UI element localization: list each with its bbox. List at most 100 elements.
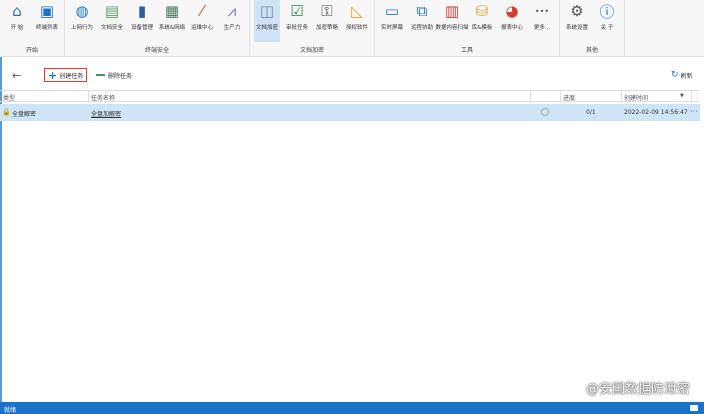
ribbon-button-label: 数据内容扫描 [435,25,469,31]
ribbon-group-label: 其他 [585,47,598,54]
back-arrow-icon[interactable]: ← [12,68,21,82]
ribbon-group-label: 文档加密 [299,47,324,54]
status-circle-icon [541,108,549,116]
ribbon-group: ⚙ 系统设置 ⓘ 关 于其他 [560,0,625,57]
ribbon-button-label: 更多... [533,25,551,31]
col-created[interactable]: 创建时间 [624,93,648,102]
globe-search-icon: ◍ [75,2,89,20]
usb-icon: ▮ [137,2,147,20]
grid-header: 类型 任务名称 进度 创建时间 ▼ [0,90,700,103]
ribbon-button-label: 授权软件 [345,25,368,31]
wand-icon: ⁄ [200,2,204,20]
ribbon-button[interactable]: ⚿ 加密策略 [314,0,340,42]
row-created: 2022-02-09 14:56:47 [624,109,688,116]
ribbon-button-label: 系统&网络 [158,25,186,31]
ribbon-button[interactable]: ▤ 文档安全 [99,0,125,42]
ribbon-button[interactable]: ▥ 数据内容扫描 [436,0,469,42]
ribbon-button[interactable]: ▮ 设备管理 [129,0,155,42]
toolbar: ← + 创建任务 删除任务 ↻ 刷新 [0,64,704,86]
ribbon-group-label: 终端安全 [144,47,169,54]
document-shield-icon: ▤ [104,2,120,20]
ribbon-button[interactable]: ▦ 系统&网络 [159,0,185,42]
ribbon-button-label: 文档安全 [100,25,123,31]
delete-task-button[interactable]: 删除任务 [96,68,132,82]
ribbon-button-label: 设备管理 [130,25,153,31]
refresh-icon: ↻ [671,70,679,80]
ribbon-button[interactable]: ⧉ 远程协助 [409,0,435,42]
refresh-button[interactable]: ↻ 刷新 [671,68,693,82]
scan-doc-icon: ▥ [444,2,460,20]
ribbon-button[interactable]: ▣ 终端列表 [34,0,60,42]
col-type[interactable]: 类型 [3,93,15,102]
ribbon-button-label: 运维中心 [190,25,213,31]
message-icon[interactable] [690,405,698,411]
gear-icon: ⚙ [570,2,584,20]
create-task-label: 创建任务 [59,72,84,80]
sort-dropdown-icon[interactable]: ▼ [680,93,684,99]
watermark: @安国数据防泄密 [585,382,690,397]
task-badge-icon: ☑ [290,2,304,20]
chart-person-icon: ⩘ [227,2,237,20]
delete-task-label: 删除任务 [108,72,133,80]
lock-icon: 🔒 [2,108,11,116]
col-name[interactable]: 任务名称 [91,93,115,102]
ribbon-button[interactable]: ◺ 授权软件 [344,0,370,42]
lock-policy-icon: ⚿ [321,2,333,20]
ribbon-button-label: 实时屏幕 [380,25,403,31]
minus-icon [96,73,105,77]
table-row[interactable]: 🔒 全盘解密 全盘加解密 0/1 2022-02-09 14:56:47 ··· [0,104,700,121]
row-name[interactable]: 全盘加解密 [91,109,121,118]
plus-icon: + [48,68,58,82]
row-type: 全盘解密 [12,111,37,118]
pie-chart-icon: ◕ [505,2,519,20]
ribbon-button[interactable]: ⚙ 系统设置 [564,0,590,42]
ribbon-button[interactable]: ⩘ 生产力 [219,0,245,42]
ribbon-group: ▭ 实时屏幕 ⧉ 远程协助 ▥ 数据内容扫描 ⛁ 库&模板 ◕ 报表中心 ••• 更多... 工具 [375,0,560,57]
ribbon-button[interactable]: ▭ 实时屏幕 [379,0,405,42]
create-task-button[interactable]: + 创建任务 [44,68,88,82]
ribbon-button[interactable]: ◕ 报表中心 [499,0,525,42]
ribbon-button-label: 生产力 [223,25,241,31]
status-text: 就绪 [4,407,17,414]
ribbon-button-label: 加密策略 [315,25,338,31]
ribbon-button-label: 关 于 [600,25,614,31]
status-bar: 就绪 [0,402,704,414]
ribbon-button[interactable]: ⌂ 开 始 [4,0,30,42]
ribbon-button-label: 系统设置 [565,25,588,31]
ribbon-group: ◍ 上网行为 ▤ 文档安全 ▮ 设备管理 ▦ 系统&网络 ⁄ 运维中心 ⩘ 生产力终端安全 [65,0,250,57]
database-icon: ⛁ [475,2,489,20]
ribbon-button[interactable]: ☑ 审批任务 [284,0,310,42]
ribbon-button[interactable]: ••• 更多... [529,0,555,42]
refresh-label: 刷新 [680,72,693,80]
ribbon-button-label: 远程协助 [410,25,433,31]
ribbon-button-label: 文档加密 [255,25,278,31]
firewall-icon: ▦ [164,2,180,20]
ribbon-button[interactable]: ◍ 上网行为 [69,0,95,42]
info-icon: ⓘ [599,2,615,21]
ribbon-group-label: 工具 [460,47,473,54]
ribbon-button-label: 审批任务 [285,25,308,31]
ribbon-button[interactable]: ⁄ 运维中心 [189,0,215,42]
ribbon-button-label: 终端列表 [35,25,58,31]
monitors-icon: ▣ [39,2,55,20]
ribbon-group-label: 开始 [25,47,38,54]
home-icon: ⌂ [12,2,22,20]
ribbon-button-label: 开 始 [10,25,24,31]
row-progress: 0/1 [586,109,596,116]
box-check-icon: ◫ [259,2,275,20]
ribbon-button-label: 报表中心 [500,25,523,31]
ribbon-button[interactable]: ◫ 文档加密 [254,0,280,42]
col-progress[interactable]: 进度 [563,93,575,102]
ribbon: ⌂ 开 始 ▣ 终端列表开始 ◍ 上网行为 ▤ 文档安全 ▮ 设备管理 ▦ 系统&网络 ⁄ 运维中心 ⩘ 生产… [0,0,704,57]
ribbon-group: ⌂ 开 始 ▣ 终端列表开始 [0,0,65,57]
screen-icon: ▭ [384,2,400,20]
more-icon: ••• [534,6,550,16]
ribbon-button[interactable]: ⓘ 关 于 [594,0,620,42]
ruler-pencil-icon: ◺ [351,2,363,20]
ribbon-button-label: 上网行为 [70,25,93,31]
remote-icon: ⧉ [416,2,428,20]
ribbon-button-label: 库&模板 [471,25,493,31]
ribbon-group: ◫ 文档加密 ☑ 审批任务 ⚿ 加密策略 ◺ 授权软件 文档加密 [250,0,375,57]
ribbon-button[interactable]: ⛁ 库&模板 [469,0,495,42]
more-icon[interactable]: ··· [690,107,698,116]
